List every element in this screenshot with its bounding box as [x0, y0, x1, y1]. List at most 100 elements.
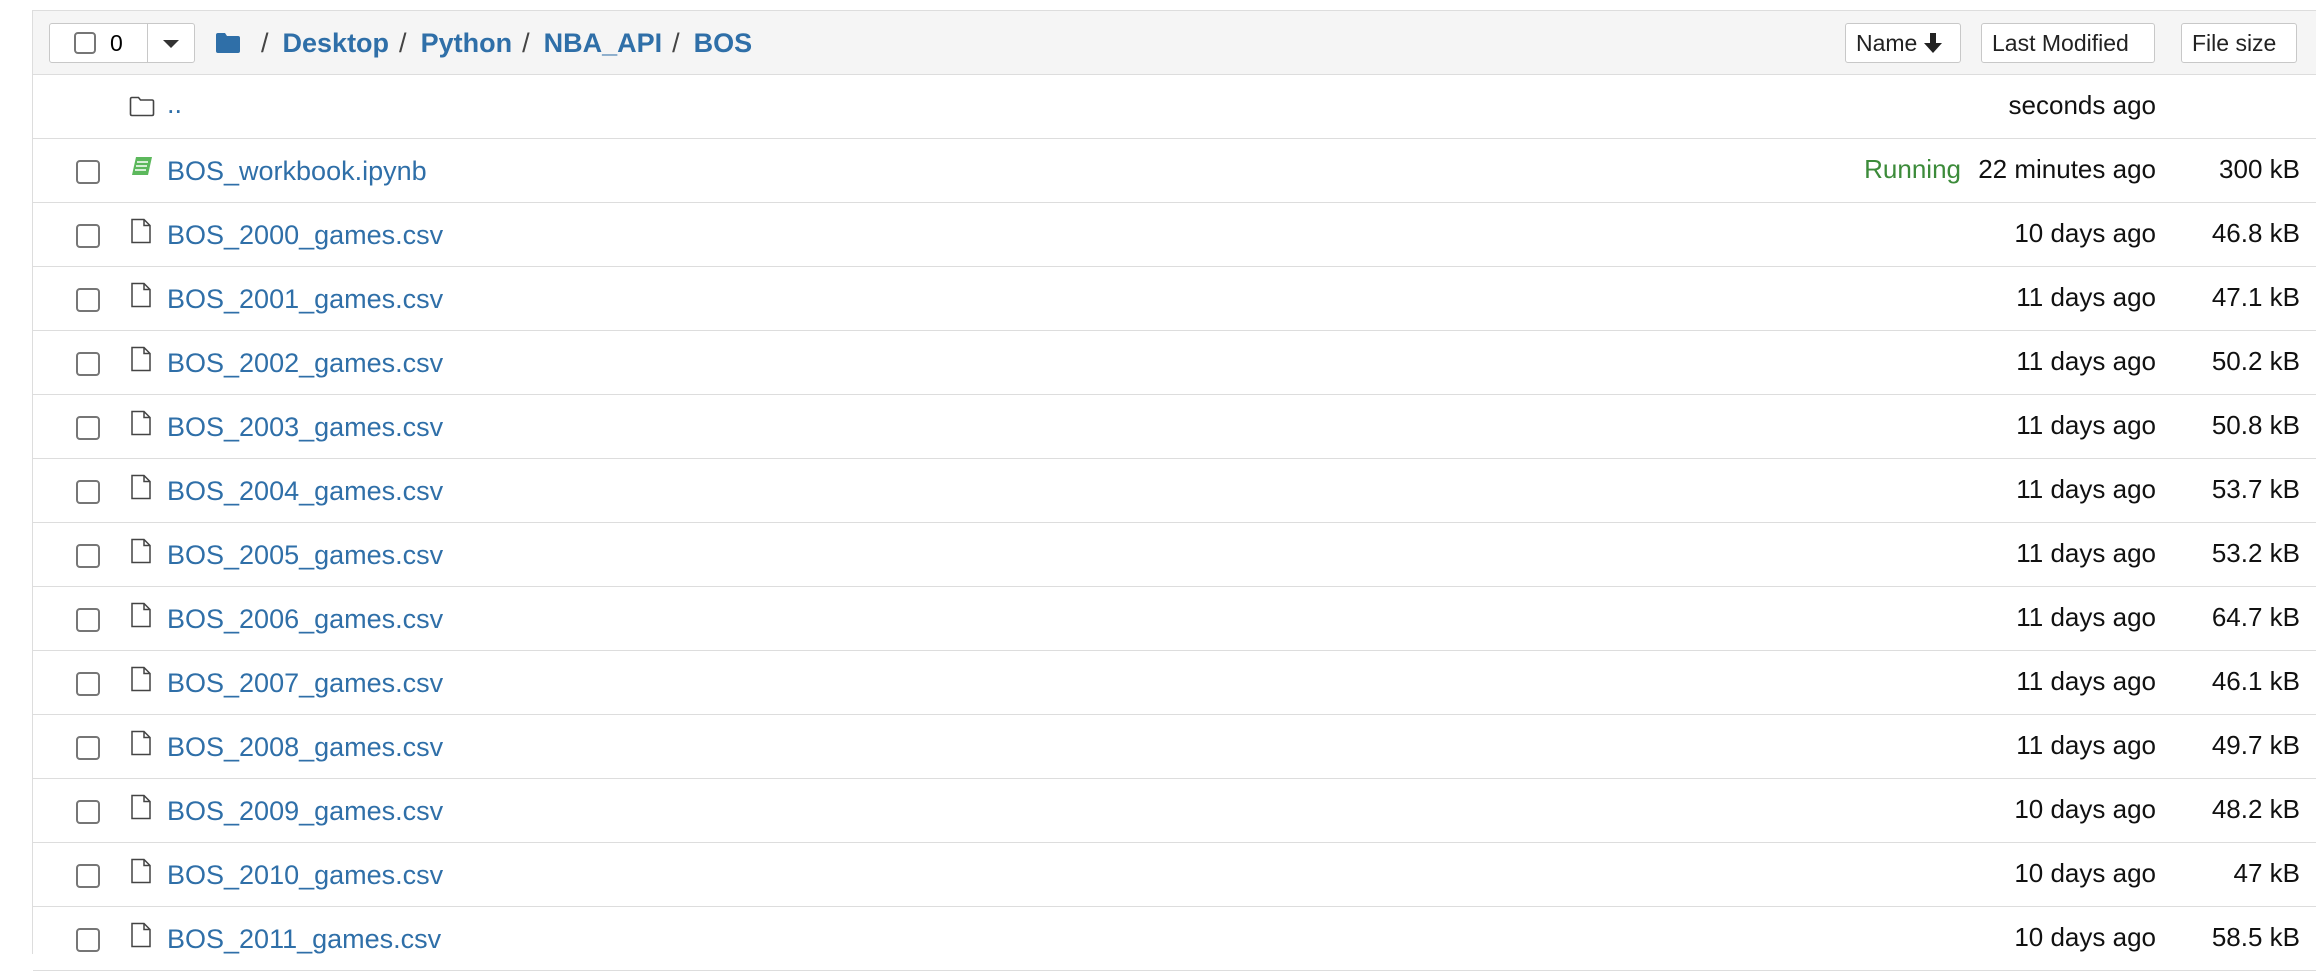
file-size: 49.7 kB — [2211, 730, 2300, 760]
modified-time: 10 days ago — [2014, 858, 2156, 888]
parent-directory-link[interactable]: .. — [167, 89, 182, 120]
file-name-link[interactable]: BOS_2007_games.csv — [167, 668, 443, 699]
breadcrumb-separator: / — [399, 27, 407, 58]
modified-time: seconds ago — [2008, 90, 2156, 120]
sort-by-name-button[interactable]: Name — [1845, 23, 1961, 63]
modified-time: 11 days ago — [2016, 346, 2156, 376]
selected-count: 0 — [110, 29, 123, 56]
file-list-header: 0 / Desktop / Python / NBA_API / BOS Nam… — [33, 11, 2316, 75]
row-checkbox[interactable] — [76, 800, 100, 824]
file-icon — [131, 794, 151, 820]
row-checkbox[interactable] — [76, 928, 100, 952]
modified-time: 11 days ago — [2016, 282, 2156, 312]
file-name-link[interactable]: BOS_workbook.ipynb — [167, 156, 427, 187]
row-checkbox[interactable] — [76, 544, 100, 568]
sort-name-label: Name — [1856, 29, 1918, 56]
file-name-link[interactable]: BOS_2004_games.csv — [167, 476, 443, 507]
row-checkbox[interactable] — [76, 160, 100, 184]
file-icon — [131, 218, 151, 244]
sort-size-label: File size — [2192, 29, 2277, 56]
file-row[interactable]: BOS_2001_games.csv 11 days ago 47.1 kB — [33, 267, 2316, 331]
breadcrumb-bos[interactable]: BOS — [694, 28, 753, 59]
row-checkbox[interactable] — [76, 736, 100, 760]
select-all-checkbox[interactable] — [74, 32, 96, 54]
file-name-link[interactable]: BOS_2010_games.csv — [167, 860, 443, 891]
row-checkbox[interactable] — [76, 416, 100, 440]
breadcrumb-nba-api[interactable]: NBA_API — [544, 28, 663, 59]
file-list: BOS_workbook.ipynb Running 22 minutes ago 3… — [33, 139, 2316, 971]
row-checkbox[interactable] — [76, 608, 100, 632]
file-size: 58.5 kB — [2211, 922, 2300, 952]
breadcrumb-python[interactable]: Python — [421, 28, 513, 59]
modified-time: 11 days ago — [2016, 666, 2156, 696]
file-icon — [131, 858, 151, 884]
modified-time: 11 days ago — [2016, 474, 2156, 504]
file-size: 47 kB — [2233, 858, 2301, 888]
row-checkbox[interactable] — [76, 864, 100, 888]
file-row[interactable]: BOS_2007_games.csv 11 days ago 46.1 kB — [33, 651, 2316, 715]
breadcrumb-separator: / — [672, 27, 680, 58]
file-name-link[interactable]: BOS_2002_games.csv — [167, 348, 443, 379]
modified-time: 11 days ago — [2016, 410, 2156, 440]
file-icon — [131, 410, 151, 436]
file-name-link[interactable]: BOS_2006_games.csv — [167, 604, 443, 635]
file-icon — [131, 538, 151, 564]
modified-time: 11 days ago — [2016, 730, 2156, 760]
row-checkbox[interactable] — [76, 224, 100, 248]
file-row[interactable]: BOS_2000_games.csv 10 days ago 46.8 kB — [33, 203, 2316, 267]
select-all-control[interactable]: 0 — [50, 24, 148, 62]
file-icon — [131, 282, 151, 308]
row-checkbox[interactable] — [76, 480, 100, 504]
file-icon — [131, 922, 151, 948]
file-row[interactable]: BOS_2004_games.csv 11 days ago 53.7 kB — [33, 459, 2316, 523]
file-name-link[interactable]: BOS_2011_games.csv — [167, 924, 441, 955]
file-icon — [131, 474, 151, 500]
modified-time: 11 days ago — [2016, 602, 2156, 632]
row-checkbox[interactable] — [76, 352, 100, 376]
file-row[interactable]: BOS_2010_games.csv 10 days ago 47 kB — [33, 843, 2316, 907]
row-checkbox[interactable] — [76, 672, 100, 696]
file-name-link[interactable]: BOS_2000_games.csv — [167, 220, 443, 251]
file-icon — [131, 666, 151, 692]
file-size: 64.7 kB — [2211, 602, 2300, 632]
folder-outline-icon — [129, 96, 155, 117]
file-name-link[interactable]: BOS_2001_games.csv — [167, 284, 443, 315]
file-size: 50.2 kB — [2211, 346, 2300, 376]
file-size: 46.1 kB — [2211, 666, 2300, 696]
selection-menu-button[interactable] — [148, 24, 194, 62]
breadcrumb-separator: / — [261, 27, 269, 58]
file-row[interactable]: BOS_workbook.ipynb Running 22 minutes ago 3… — [33, 139, 2316, 203]
file-row[interactable]: BOS_2011_games.csv 10 days ago 58.5 kB — [33, 907, 2316, 971]
modified-time: 22 minutes ago — [1978, 154, 2156, 184]
file-icon — [131, 346, 151, 372]
file-size: 53.2 kB — [2211, 538, 2300, 568]
file-row[interactable]: BOS_2002_games.csv 11 days ago 50.2 kB — [33, 331, 2316, 395]
select-all-dropdown: 0 — [49, 23, 195, 63]
file-row[interactable]: BOS_2009_games.csv 10 days ago 48.2 kB — [33, 779, 2316, 843]
breadcrumb-desktop[interactable]: Desktop — [283, 28, 390, 59]
folder-icon[interactable] — [215, 32, 241, 54]
modified-time: 10 days ago — [2014, 922, 2156, 952]
arrow-down-icon — [1924, 33, 1943, 53]
parent-directory-row[interactable]: .. seconds ago — [33, 75, 2316, 139]
notebook-icon — [132, 157, 152, 175]
file-name-link[interactable]: BOS_2009_games.csv — [167, 796, 443, 827]
file-row[interactable]: BOS_2006_games.csv 11 days ago 64.7 kB — [33, 587, 2316, 651]
file-row[interactable]: BOS_2008_games.csv 11 days ago 49.7 kB — [33, 715, 2316, 779]
file-size: 48.2 kB — [2211, 794, 2300, 824]
sort-by-modified-button[interactable]: Last Modified — [1981, 23, 2155, 63]
file-name-link[interactable]: BOS_2008_games.csv — [167, 732, 443, 763]
file-name-link[interactable]: BOS_2005_games.csv — [167, 540, 443, 571]
row-checkbox[interactable] — [76, 288, 100, 312]
sort-by-size-button[interactable]: File size — [2181, 23, 2297, 63]
breadcrumb-separator: / — [522, 27, 530, 58]
file-browser: 0 / Desktop / Python / NBA_API / BOS Nam… — [32, 10, 2316, 971]
file-row[interactable]: BOS_2005_games.csv 11 days ago 53.2 kB — [33, 523, 2316, 587]
modified-time: 10 days ago — [2014, 218, 2156, 248]
caret-down-icon — [163, 40, 179, 48]
file-name-link[interactable]: BOS_2003_games.csv — [167, 412, 443, 443]
file-row[interactable]: BOS_2003_games.csv 11 days ago 50.8 kB — [33, 395, 2316, 459]
file-size: 47.1 kB — [2211, 282, 2300, 312]
sort-modified-label: Last Modified — [1992, 29, 2129, 56]
file-icon — [131, 602, 151, 628]
